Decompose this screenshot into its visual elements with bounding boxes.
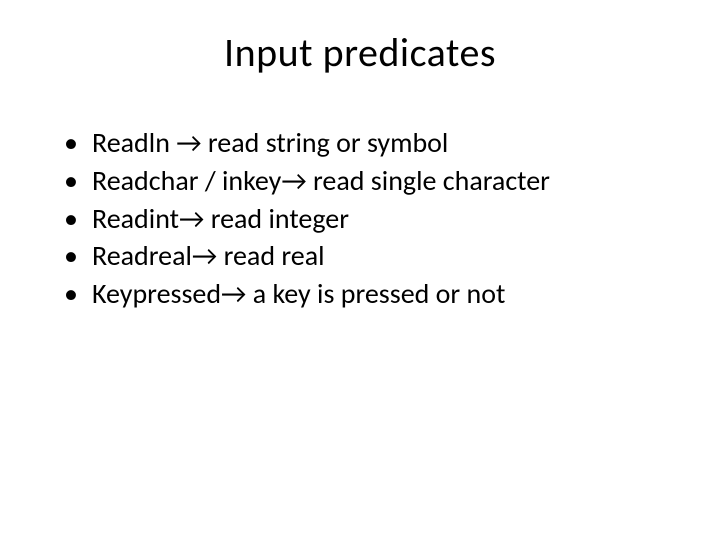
list-item: Readchar / inkey→ read single character	[64, 163, 680, 199]
list-item: Readreal→ read real	[64, 238, 680, 274]
bullet-text: Readreal→ read real	[92, 238, 325, 273]
bullet-list: Readln → read string or symbol Readchar …	[40, 125, 680, 312]
list-item: Readint→ read integer	[64, 201, 680, 237]
bullet-text: Keypressed→ a key is pressed or not	[92, 276, 505, 311]
bullet-text: Readln → read string or symbol	[92, 125, 448, 160]
list-item: Readln → read string or symbol	[64, 125, 680, 161]
bullet-text: Readint→ read integer	[92, 201, 349, 236]
slide: Input predicates Readln → read string or…	[0, 0, 720, 540]
bullet-text: Readchar / inkey→ read single character	[92, 163, 550, 198]
list-item: Keypressed→ a key is pressed or not	[64, 276, 680, 312]
slide-title: Input predicates	[40, 28, 680, 77]
